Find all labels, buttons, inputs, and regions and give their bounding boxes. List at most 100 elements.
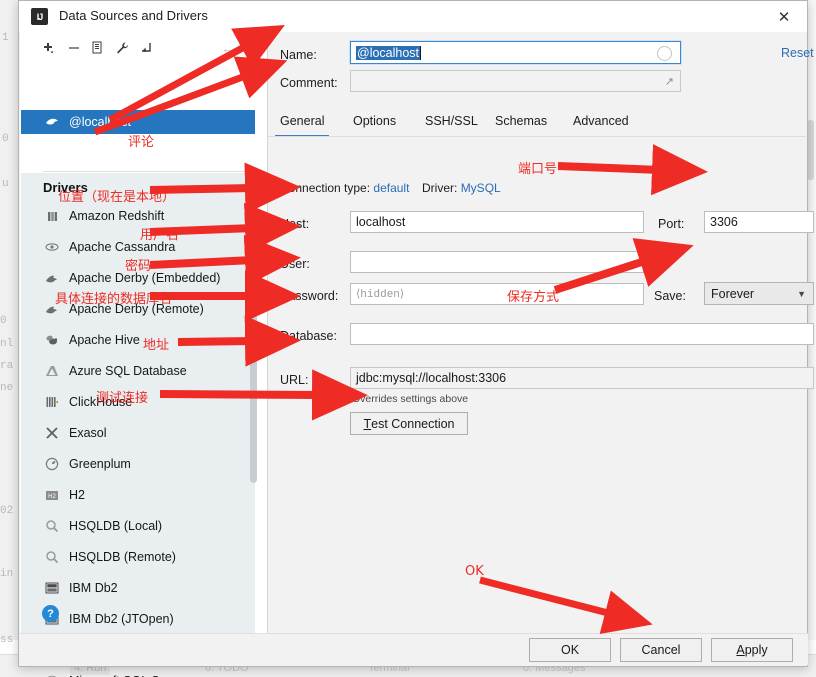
database-input[interactable] [350, 323, 814, 345]
tree-item-label: IBM Db2 [69, 581, 118, 595]
background-gutter-mark: 1 [2, 32, 9, 44]
tree-item-label: H2 [69, 488, 85, 502]
connection-settings-panel: Name: @localhost Reset Comment: ↗ Genera… [268, 32, 814, 636]
expand-icon[interactable]: ↗ [665, 75, 674, 88]
save-label: Save: [654, 289, 686, 303]
copy-icon[interactable] [88, 38, 108, 58]
reset-link[interactable]: Reset [781, 46, 814, 60]
forward-arrow-icon[interactable]: → [246, 38, 266, 58]
general-tab-content: Connection type: default Driver: MySQL H… [268, 137, 814, 636]
name-label: Name: [280, 48, 317, 62]
password-input[interactable]: ⟨hidden⟩ [350, 283, 644, 305]
tree-item-amazon-redshift[interactable]: Amazon Redshift [21, 204, 249, 228]
annotation-username: 用户名 [140, 228, 180, 243]
cancel-button[interactable]: Cancel [620, 638, 702, 662]
tree-item-label: Exasol [69, 426, 107, 440]
hsqldb-icon [43, 550, 61, 564]
ok-button-label: OK [560, 643, 580, 657]
test-connection-mnemonic: T [363, 416, 372, 431]
save-mode-select[interactable]: Forever ▼ [704, 282, 814, 305]
h2-icon: H2 [43, 490, 61, 501]
url-input-value: jdbc:mysql://localhost:3306 [356, 371, 507, 385]
redshift-icon [43, 210, 61, 223]
background-gutter-mark: ne [0, 382, 14, 394]
test-connection-button[interactable]: Test Connection [350, 412, 468, 435]
back-arrow-icon[interactable]: ← [218, 38, 238, 58]
tree-item-exasol[interactable]: Exasol [21, 421, 249, 445]
host-input[interactable]: localhost [350, 211, 644, 233]
mysql-dolphin-icon [43, 116, 61, 128]
close-icon[interactable]: ✕ [761, 1, 807, 32]
add-icon[interactable] [38, 38, 58, 58]
tree-item-hsqldb-local[interactable]: HSQLDB (Local) [21, 514, 249, 538]
name-input[interactable]: @localhost [350, 41, 681, 64]
greenplum-icon [43, 457, 61, 471]
remove-icon[interactable] [64, 38, 84, 58]
tree-item-apache-hive[interactable]: Apache Hive [21, 328, 249, 352]
tree-divider [43, 171, 253, 172]
host-input-value: localhost [356, 215, 406, 229]
driver-label: Driver: [422, 181, 458, 195]
import-icon[interactable] [136, 38, 156, 58]
tree-item-label: Azure SQL Database [69, 364, 187, 378]
annotation-database: 具体连接的数据库名 [55, 292, 173, 307]
driver-value[interactable]: MySQL [461, 181, 501, 195]
save-mode-value: Forever [711, 286, 755, 301]
tab-general[interactable]: General [274, 108, 331, 137]
url-label: URL: [280, 373, 309, 387]
tab-ssh-ssl[interactable]: SSH/SSL [425, 108, 478, 134]
driver-row: Driver: MySQL [422, 181, 501, 195]
help-icon[interactable]: ? [42, 605, 59, 622]
dialog-title: Data Sources and Drivers [59, 8, 208, 23]
url-input[interactable]: jdbc:mysql://localhost:3306 [350, 367, 814, 389]
annotation-address: 地址 [143, 338, 170, 353]
background-gutter-mark: 02 [0, 505, 14, 517]
settings-tabs: General Options SSH/SSL Schemas Advanced [268, 108, 806, 137]
background-gutter-mark: u [2, 178, 9, 190]
tab-schemas[interactable]: Schemas [495, 108, 547, 134]
sources-toolbar: ← → [20, 32, 268, 63]
wrench-icon[interactable] [112, 38, 132, 58]
background-gutter-mark: ss [0, 634, 14, 646]
comment-input[interactable]: ↗ [350, 70, 681, 92]
tree-item-ibm-db2[interactable]: IBM Db2 [21, 576, 249, 600]
host-label: Host: [280, 217, 310, 231]
connection-type-value[interactable]: default [373, 181, 409, 195]
tab-options[interactable]: Options [353, 108, 396, 134]
annotation-test-conn: 测试连接 [96, 391, 149, 406]
data-sources-dialog: IJ Data Sources and Drivers ✕ ← → @local… [18, 0, 814, 677]
test-connection-label: est Connection [371, 416, 455, 431]
user-label: User: [280, 257, 310, 271]
tree-item-h2[interactable]: H2 H2 [21, 483, 249, 507]
password-placeholder: ⟨hidden⟩ [356, 289, 405, 301]
tree-item-label: IBM Db2 (JTOpen) [69, 612, 174, 626]
derby-icon [43, 273, 61, 284]
hive-bee-icon [43, 334, 61, 346]
sidebar-scrollbar[interactable] [250, 183, 257, 483]
password-label: Password: [280, 289, 339, 303]
tree-item-hsqldb-remote[interactable]: HSQLDB (Remote) [21, 545, 249, 569]
ok-button[interactable]: OK [529, 638, 611, 662]
tab-advanced[interactable]: Advanced [573, 108, 629, 134]
tree-item-microsoft-sql-server[interactable]: Microsoft SQL Server [21, 669, 249, 677]
tree-item-label: Greenplum [69, 457, 131, 471]
apply-button[interactable]: Apply [711, 638, 793, 662]
status-circle-icon [657, 46, 672, 61]
dialog-title-bar: IJ Data Sources and Drivers ✕ [19, 1, 807, 33]
apply-button-label: pply [744, 643, 768, 657]
apply-button-mnemonic: A [736, 643, 745, 657]
azure-icon [43, 365, 61, 377]
user-input[interactable] [350, 251, 644, 273]
tree-item-greenplum[interactable]: Greenplum [21, 452, 249, 476]
dialog-footer: OK Cancel Apply [20, 633, 808, 665]
cassandra-eye-icon [43, 242, 61, 252]
tree-item-label: Amazon Redshift [69, 209, 165, 223]
port-input[interactable]: 3306 [704, 211, 814, 233]
background-gutter-mark: 0 [2, 133, 9, 145]
clickhouse-icon [43, 396, 61, 408]
background-scrollbar[interactable] [807, 120, 814, 180]
svg-text:H2: H2 [48, 494, 56, 500]
ibm-db2-icon [43, 582, 61, 594]
intellij-idea-icon: IJ [31, 8, 48, 25]
tree-item-azure-sql-database[interactable]: Azure SQL Database [21, 359, 249, 383]
